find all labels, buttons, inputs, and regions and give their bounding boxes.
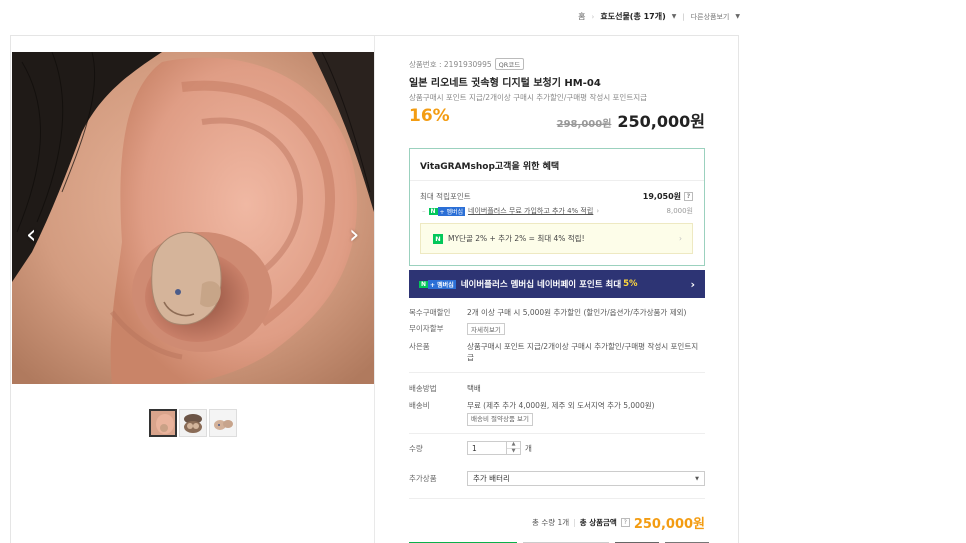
thumbnail-2[interactable] xyxy=(179,409,207,437)
gift-label: 사은품 xyxy=(409,342,430,351)
membership-badge: + 멤버십 xyxy=(428,279,456,289)
ship-method-label: 배송방법 xyxy=(409,384,437,393)
total-divider: | xyxy=(573,518,576,527)
total-summary: 총 수량 1개 | 총 상품금액 ? 250,000원 xyxy=(532,513,705,532)
naver-plus-amount: 8,000원 xyxy=(666,207,693,215)
ship-method-row: 배송방법 택배 xyxy=(409,383,705,394)
banner-highlight: 5% xyxy=(623,279,638,289)
interest-free-label: 무이자할부 xyxy=(409,324,444,333)
ship-fee-label: 배송비 xyxy=(409,401,430,410)
quantity-row: 수량 1 ▲ ▼ 개 xyxy=(409,441,705,455)
ship-fee-row: 배송비 무료 (제주 추가 4,000원, 제주 외 도서지역 추가 5,000… xyxy=(409,400,705,426)
product-main-image: ‹ › xyxy=(12,52,374,384)
product-number: 상품번호 : 2191930995 QR코드 xyxy=(409,58,525,70)
product-panel: ‹ › 상품번호 : 2191930995 QR코드 일본 리오네트 귓속형 디… xyxy=(10,35,739,543)
product-title: 일본 리오네트 귓속형 디지털 보청기 HM-04 xyxy=(409,78,601,89)
breadcrumb-category[interactable]: 효도선물(총 17개) xyxy=(600,11,665,22)
total-amount-label: 총 상품금액 xyxy=(579,518,617,527)
ear-photo xyxy=(12,52,374,384)
ship-fee-value-group: 무료 (제주 추가 4,000원, 제주 외 도서지역 추가 5,000원) 배… xyxy=(467,400,655,426)
interest-free-row: 무이자할부 자세히보기 xyxy=(409,323,705,335)
max-points-label: 최대 적립포인트 xyxy=(420,192,471,201)
breadcrumb: 홈 › 효도선물(총 17개) ▼ | 다른상품보기 ▼ xyxy=(578,11,740,22)
banner-text: 네이버플러스 멤버십 네이버페이 포인트 최대 xyxy=(460,280,622,290)
ship-method-value: 택배 xyxy=(467,384,481,393)
dash-icon: – xyxy=(422,207,426,215)
original-price: 298,000원 xyxy=(556,119,612,130)
thumbnail-list xyxy=(149,409,237,437)
stepper-down-icon[interactable]: ▼ xyxy=(507,447,520,455)
multi-purchase-value: 2개 이상 구매 시 5,000원 추가할인 (할인가/옵션가/추가상품가 제외… xyxy=(467,308,687,317)
thumbnail-3[interactable] xyxy=(209,409,237,437)
price: 298,000원 250,000원 xyxy=(557,108,705,132)
divider xyxy=(409,372,705,373)
quantity-unit: 개 xyxy=(525,443,532,453)
addon-row: 추가상품 추가 배터리 ▼ xyxy=(409,471,705,486)
my-regular-text: MY단골 2% + 추가 2% = 최대 4% 적립! xyxy=(448,234,585,243)
quantity-label: 수량 xyxy=(409,443,423,453)
naver-n-icon: N xyxy=(433,233,443,244)
sale-price: 250,000원 xyxy=(617,112,705,131)
multi-purchase-label: 복수구매할인 xyxy=(409,308,451,317)
gift-value: 상품구매시 포인트 지급/2개이상 구매시 추가할인/구매평 작성시 포인트지급 xyxy=(467,342,699,362)
qr-code-button[interactable]: QR코드 xyxy=(494,58,525,70)
question-icon[interactable]: ? xyxy=(620,518,630,527)
chevron-right-icon: › xyxy=(690,277,695,291)
breadcrumb-divider: | xyxy=(682,12,685,21)
benefit-box: VitaGRAMshop고객을 위한 혜택 최대 적립포인트 19,050원 ?… xyxy=(409,148,705,266)
max-points-amount: 19,050원 xyxy=(642,192,681,201)
total-amount: 250,000원 xyxy=(633,517,705,532)
naver-plus-row[interactable]: – N + 멤버십 네이버플러스 무료 가입하고 추가 4% 적립 › 8,00… xyxy=(422,206,693,216)
addon-selected: 추가 배터리 xyxy=(473,474,510,483)
breadcrumb-separator-icon: › xyxy=(591,12,595,21)
caret-down-icon: ▼ xyxy=(695,475,699,482)
naver-n-badge: N xyxy=(428,207,438,215)
breadcrumb-home[interactable]: 홈 xyxy=(578,11,585,22)
quantity-input[interactable]: 1 xyxy=(467,441,507,455)
other-products-link[interactable]: 다른상품보기 xyxy=(691,12,730,22)
details-button[interactable]: 자세히보기 xyxy=(467,323,505,335)
membership-badge: + 멤버십 xyxy=(437,206,466,216)
discount-rate: 16% xyxy=(409,106,450,126)
naver-plus-link[interactable]: 네이버플러스 무료 가입하고 추가 4% 적립 xyxy=(468,206,593,216)
ship-save-button[interactable]: 배송비 절약상품 보기 xyxy=(467,413,533,426)
quantity-stepper[interactable]: ▲ ▼ xyxy=(507,441,521,455)
benefit-title: VitaGRAMshop고객을 위한 혜택 xyxy=(420,162,560,172)
gift-row: 사은품 상품구매시 포인트 지급/2개이상 구매시 추가할인/구매평 작성시 포… xyxy=(409,341,705,363)
divider xyxy=(409,433,705,434)
caret-down-icon[interactable]: ▼ xyxy=(672,13,677,20)
thumbnail-1[interactable] xyxy=(149,409,177,437)
naver-plus-banner[interactable]: N + 멤버십 네이버플러스 멤버십 네이버페이 포인트 최대 5% › xyxy=(409,270,705,298)
naver-n-badge: N xyxy=(419,280,429,288)
benefit-divider xyxy=(410,180,704,181)
chevron-right-icon: › xyxy=(596,207,600,215)
total-quantity: 총 수량 1개 xyxy=(532,518,570,527)
chevron-right-icon[interactable]: › xyxy=(349,222,359,248)
ship-fee-value: 무료 (제주 추가 4,000원, 제주 외 도서지역 추가 5,000원) xyxy=(467,401,655,410)
product-number-text: 상품번호 : 2191930995 xyxy=(409,59,492,69)
my-regular-box[interactable]: N MY단골 2% + 추가 2% = 최대 4% 적립! › xyxy=(420,223,693,254)
product-description: 상품구매시 포인트 지급/2개이상 구매시 추가할인/구매평 작성시 포인트지급 xyxy=(409,93,648,102)
chevron-left-icon[interactable]: ‹ xyxy=(26,222,36,248)
chevron-right-icon: › xyxy=(679,234,682,243)
column-divider xyxy=(374,36,375,543)
caret-down-icon[interactable]: ▼ xyxy=(735,13,740,20)
question-icon[interactable]: ? xyxy=(684,192,693,201)
addon-select[interactable]: 추가 배터리 ▼ xyxy=(467,471,705,486)
divider xyxy=(409,498,705,499)
max-points-value: 19,050원 ? xyxy=(643,191,693,202)
addon-label: 추가상품 xyxy=(409,474,437,483)
multi-purchase-row: 복수구매할인 2개 이상 구매 시 5,000원 추가할인 (할인가/옵션가/추… xyxy=(409,307,705,318)
